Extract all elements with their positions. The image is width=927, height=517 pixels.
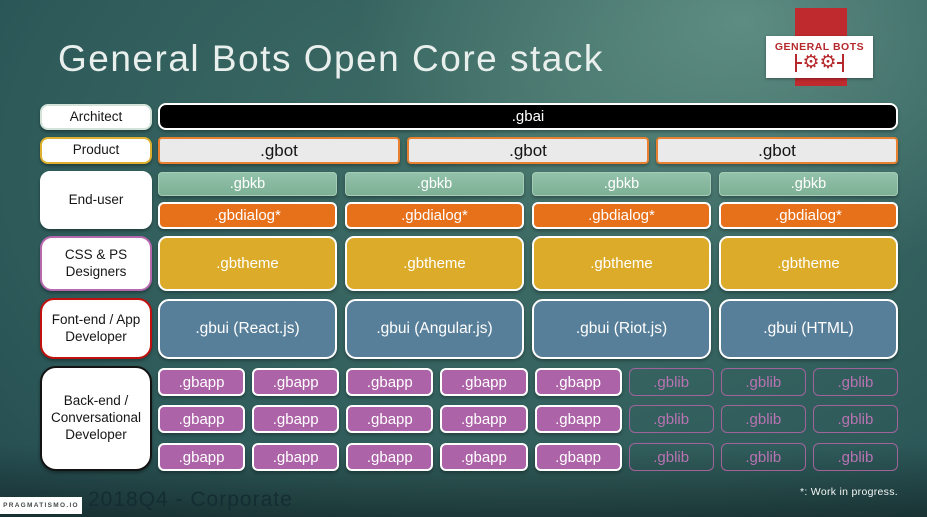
gbtheme-box: .gbtheme — [719, 236, 898, 291]
role-label-end-user: End-user — [40, 171, 152, 229]
gbtheme-box: .gbtheme — [532, 236, 711, 291]
gbai-box: .gbai — [158, 103, 898, 130]
gbapp-box: .gbapp — [158, 368, 246, 396]
work-in-progress-footnote: *: Work in progress. — [799, 486, 898, 498]
gbapp-box: .gbapp — [440, 443, 528, 471]
gbkb-box: .gbkb — [158, 172, 337, 196]
gbot-box: .gbot — [656, 137, 898, 164]
gblib-box: .gblib — [812, 443, 898, 471]
gbui-angular-box: .gbui (Angular.js) — [345, 299, 524, 359]
role-label-backend-conversational-developer: Back-end / Conversational Developer — [40, 366, 152, 471]
gbui-html-box: .gbui (HTML) — [719, 299, 898, 359]
gbkb-box: .gbkb — [532, 172, 711, 196]
gbapp-box: .gbapp — [158, 443, 246, 471]
gbapp-box: .gbapp — [440, 405, 528, 433]
row-gbkb: .gbkb .gbkb .gbkb .gbkb — [158, 172, 898, 196]
gbapp-box: .gbapp — [158, 405, 246, 433]
role-label-css-ps-designers: CSS & PS Designers — [40, 236, 152, 291]
gblib-box: .gblib — [720, 368, 806, 396]
gbapp-box: .gbapp — [534, 443, 622, 471]
general-bots-logo: GENERAL BOTS ⚙ ⚙ — [766, 36, 873, 78]
gbtheme-box: .gbtheme — [158, 236, 337, 291]
gblib-box: .gblib — [720, 405, 806, 433]
gbui-riot-box: .gbui (Riot.js) — [532, 299, 711, 359]
gblib-box: .gblib — [628, 443, 714, 471]
pragmatismo-logo: PRAGMATISMO.IO — [0, 497, 82, 514]
logo-wordmark: GENERAL BOTS — [774, 40, 865, 53]
gears-icon: ⚙ ⚙ — [795, 52, 844, 74]
role-label-frontend-app-developer: Font-end / App Developer — [40, 298, 152, 359]
gblib-box: .gblib — [812, 405, 898, 433]
gbui-react-box: .gbui (React.js) — [158, 299, 337, 359]
gbapp-box: .gbapp — [534, 405, 622, 433]
gbtheme-box: .gbtheme — [345, 236, 524, 291]
row-gbtheme: .gbtheme .gbtheme .gbtheme .gbtheme — [158, 236, 898, 291]
footer-version-text: 2018Q4 - Corporate — [88, 488, 293, 511]
page-title: General Bots Open Core stack — [58, 38, 604, 79]
gbkb-box: .gbkb — [345, 172, 524, 196]
role-label-product: Product — [40, 137, 152, 164]
row-gbapp-1: .gbapp .gbapp .gbapp .gbapp .gbapp .gbli… — [158, 368, 898, 396]
role-label-architect: Architect — [40, 104, 152, 130]
gblib-box: .gblib — [628, 368, 714, 396]
row-gbapp-2: .gbapp .gbapp .gbapp .gbapp .gbapp .gbli… — [158, 405, 898, 433]
gbdialog-box: .gbdialog* — [719, 202, 898, 229]
gbapp-box: .gbapp — [346, 443, 434, 471]
slide-canvas: General Bots Open Core stack GENERAL BOT… — [0, 0, 927, 517]
row-gbapp-3: .gbapp .gbapp .gbapp .gbapp .gbapp .gbli… — [158, 443, 898, 471]
gbot-box: .gbot — [407, 137, 649, 164]
gbapp-box: .gbapp — [252, 405, 340, 433]
gbapp-box: .gbapp — [346, 405, 434, 433]
gbapp-box: .gbapp — [534, 368, 622, 396]
gbot-box: .gbot — [158, 137, 400, 164]
gear-icon: ⚙ — [802, 52, 820, 74]
gbapp-box: .gbapp — [252, 368, 340, 396]
gbkb-box: .gbkb — [719, 172, 898, 196]
row-gbdialog: .gbdialog* .gbdialog* .gbdialog* .gbdial… — [158, 202, 898, 229]
gbapp-box: .gbapp — [252, 443, 340, 471]
row-gbai: .gbai — [158, 103, 898, 130]
gblib-box: .gblib — [720, 443, 806, 471]
gblib-box: .gblib — [812, 368, 898, 396]
gbdialog-box: .gbdialog* — [345, 202, 524, 229]
gear-icon: ⚙ — [819, 52, 837, 74]
row-gbui: .gbui (React.js) .gbui (Angular.js) .gbu… — [158, 299, 898, 359]
gbdialog-box: .gbdialog* — [158, 202, 337, 229]
gbapp-box: .gbapp — [440, 368, 528, 396]
gbdialog-box: .gbdialog* — [532, 202, 711, 229]
gblib-box: .gblib — [628, 405, 714, 433]
gear-frame-bar — [841, 53, 844, 72]
row-gbot: .gbot .gbot .gbot — [158, 137, 898, 164]
gbapp-box: .gbapp — [346, 368, 434, 396]
